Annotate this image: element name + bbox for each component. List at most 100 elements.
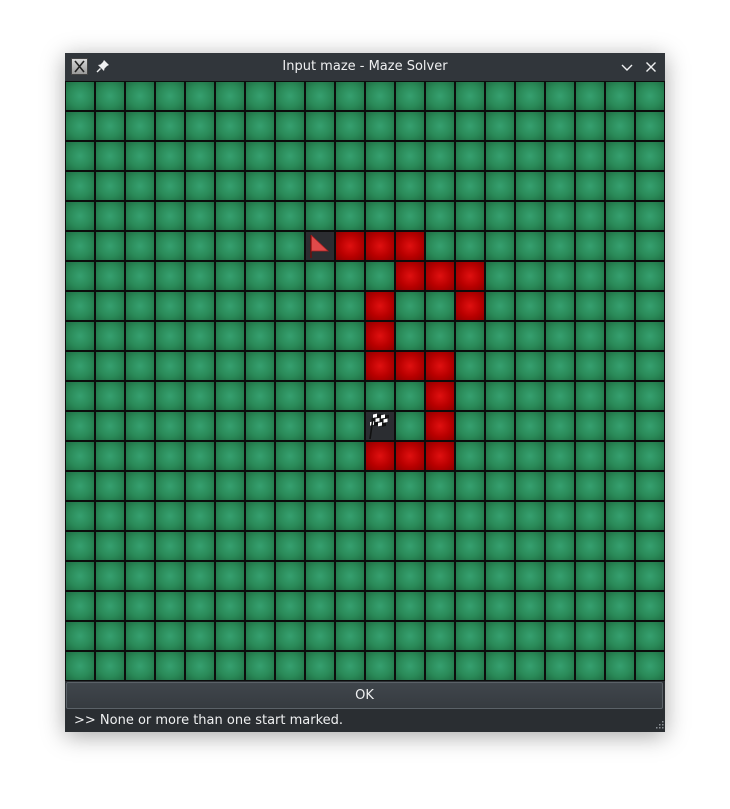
maze-cell-path[interactable] — [335, 231, 365, 261]
maze-cell-empty[interactable] — [125, 261, 155, 291]
maze-cell-empty[interactable] — [575, 261, 605, 291]
maze-cell-empty[interactable] — [125, 141, 155, 171]
maze-cell-empty[interactable] — [95, 531, 125, 561]
maze-cell-empty[interactable] — [65, 411, 95, 441]
maze-cell-empty[interactable] — [125, 351, 155, 381]
maze-cell-empty[interactable] — [245, 501, 275, 531]
maze-cell-empty[interactable] — [365, 81, 395, 111]
maze-cell-empty[interactable] — [215, 261, 245, 291]
maze-cell-empty[interactable] — [455, 231, 485, 261]
maze-cell-empty[interactable] — [275, 591, 305, 621]
maze-cell-empty[interactable] — [215, 201, 245, 231]
maze-cell-empty[interactable] — [365, 111, 395, 141]
maze-cell-empty[interactable] — [605, 81, 635, 111]
maze-cell-empty[interactable] — [305, 471, 335, 501]
maze-cell-empty[interactable] — [215, 411, 245, 441]
maze-cell-empty[interactable] — [605, 561, 635, 591]
maze-cell-empty[interactable] — [65, 321, 95, 351]
maze-cell-empty[interactable] — [95, 381, 125, 411]
maze-cell-empty[interactable] — [95, 351, 125, 381]
maze-cell-empty[interactable] — [185, 111, 215, 141]
maze-cell-empty[interactable] — [185, 621, 215, 651]
maze-cell-empty[interactable] — [575, 531, 605, 561]
maze-cell-empty[interactable] — [425, 231, 455, 261]
maze-cell-empty[interactable] — [425, 321, 455, 351]
maze-cell-empty[interactable] — [335, 411, 365, 441]
maze-cell-empty[interactable] — [395, 471, 425, 501]
maze-cell-empty[interactable] — [155, 291, 185, 321]
maze-cell-empty[interactable] — [485, 381, 515, 411]
maze-cell-empty[interactable] — [215, 141, 245, 171]
maze-cell-empty[interactable] — [155, 591, 185, 621]
maze-cell-empty[interactable] — [335, 651, 365, 681]
maze-cell-empty[interactable] — [485, 261, 515, 291]
maze-cell-empty[interactable] — [425, 291, 455, 321]
maze-cell-empty[interactable] — [305, 381, 335, 411]
maze-cell-empty[interactable] — [185, 321, 215, 351]
maze-cell-empty[interactable] — [125, 651, 155, 681]
maze-cell-empty[interactable] — [215, 291, 245, 321]
maze-cell-empty[interactable] — [395, 591, 425, 621]
maze-cell-empty[interactable] — [215, 381, 245, 411]
maze-cell-empty[interactable] — [605, 651, 635, 681]
maze-cell-empty[interactable] — [305, 321, 335, 351]
maze-cell-empty[interactable] — [635, 171, 665, 201]
maze-cell-empty[interactable] — [245, 411, 275, 441]
maze-cell-empty[interactable] — [575, 381, 605, 411]
maze-cell-empty[interactable] — [365, 141, 395, 171]
maze-cell-empty[interactable] — [605, 261, 635, 291]
maze-cell-empty[interactable] — [245, 651, 275, 681]
maze-cell-empty[interactable] — [575, 231, 605, 261]
close-icon[interactable] — [643, 59, 659, 75]
maze-cell-empty[interactable] — [635, 531, 665, 561]
maze-cell-empty[interactable] — [275, 561, 305, 591]
maze-cell-empty[interactable] — [515, 591, 545, 621]
maze-cell-empty[interactable] — [215, 231, 245, 261]
maze-cell-empty[interactable] — [545, 591, 575, 621]
maze-cell-empty[interactable] — [425, 531, 455, 561]
maze-cell-empty[interactable] — [425, 501, 455, 531]
maze-cell-empty[interactable] — [305, 261, 335, 291]
maze-cell-empty[interactable] — [605, 231, 635, 261]
maze-cell-empty[interactable] — [485, 651, 515, 681]
maze-cell-empty[interactable] — [455, 381, 485, 411]
maze-cell-empty[interactable] — [155, 651, 185, 681]
maze-cell-empty[interactable] — [485, 501, 515, 531]
maze-cell-empty[interactable] — [575, 591, 605, 621]
maze-cell-empty[interactable] — [425, 651, 455, 681]
maze-cell-empty[interactable] — [575, 651, 605, 681]
maze-cell-empty[interactable] — [335, 621, 365, 651]
maze-cell-empty[interactable] — [245, 591, 275, 621]
maze-cell-empty[interactable] — [515, 141, 545, 171]
maze-cell-empty[interactable] — [305, 621, 335, 651]
maze-cell-empty[interactable] — [65, 171, 95, 201]
maze-cell-empty[interactable] — [185, 171, 215, 201]
maze-cell-empty[interactable] — [365, 171, 395, 201]
maze-cell-path[interactable] — [425, 381, 455, 411]
maze-cell-empty[interactable] — [365, 651, 395, 681]
maze-cell-empty[interactable] — [245, 81, 275, 111]
maze-cell-empty[interactable] — [545, 231, 575, 261]
maze-cell-empty[interactable] — [185, 261, 215, 291]
maze-cell-empty[interactable] — [305, 171, 335, 201]
maze-cell-empty[interactable] — [95, 321, 125, 351]
maze-cell-empty[interactable] — [125, 291, 155, 321]
maze-cell-empty[interactable] — [515, 441, 545, 471]
maze-cell-empty[interactable] — [65, 231, 95, 261]
maze-cell-empty[interactable] — [485, 411, 515, 441]
maze-cell-empty[interactable] — [155, 561, 185, 591]
maze-cell-empty[interactable] — [215, 351, 245, 381]
maze-cell-empty[interactable] — [305, 591, 335, 621]
maze-cell-empty[interactable] — [65, 621, 95, 651]
maze-cell-empty[interactable] — [575, 351, 605, 381]
maze-cell-empty[interactable] — [95, 201, 125, 231]
maze-cell-empty[interactable] — [485, 321, 515, 351]
maze-cell-empty[interactable] — [245, 351, 275, 381]
maze-cell-empty[interactable] — [125, 441, 155, 471]
maze-cell-empty[interactable] — [65, 351, 95, 381]
maze-cell-empty[interactable] — [545, 201, 575, 231]
maze-cell-empty[interactable] — [215, 171, 245, 201]
maze-cell-empty[interactable] — [635, 561, 665, 591]
maze-cell-empty[interactable] — [215, 81, 245, 111]
maze-cell-empty[interactable] — [575, 291, 605, 321]
